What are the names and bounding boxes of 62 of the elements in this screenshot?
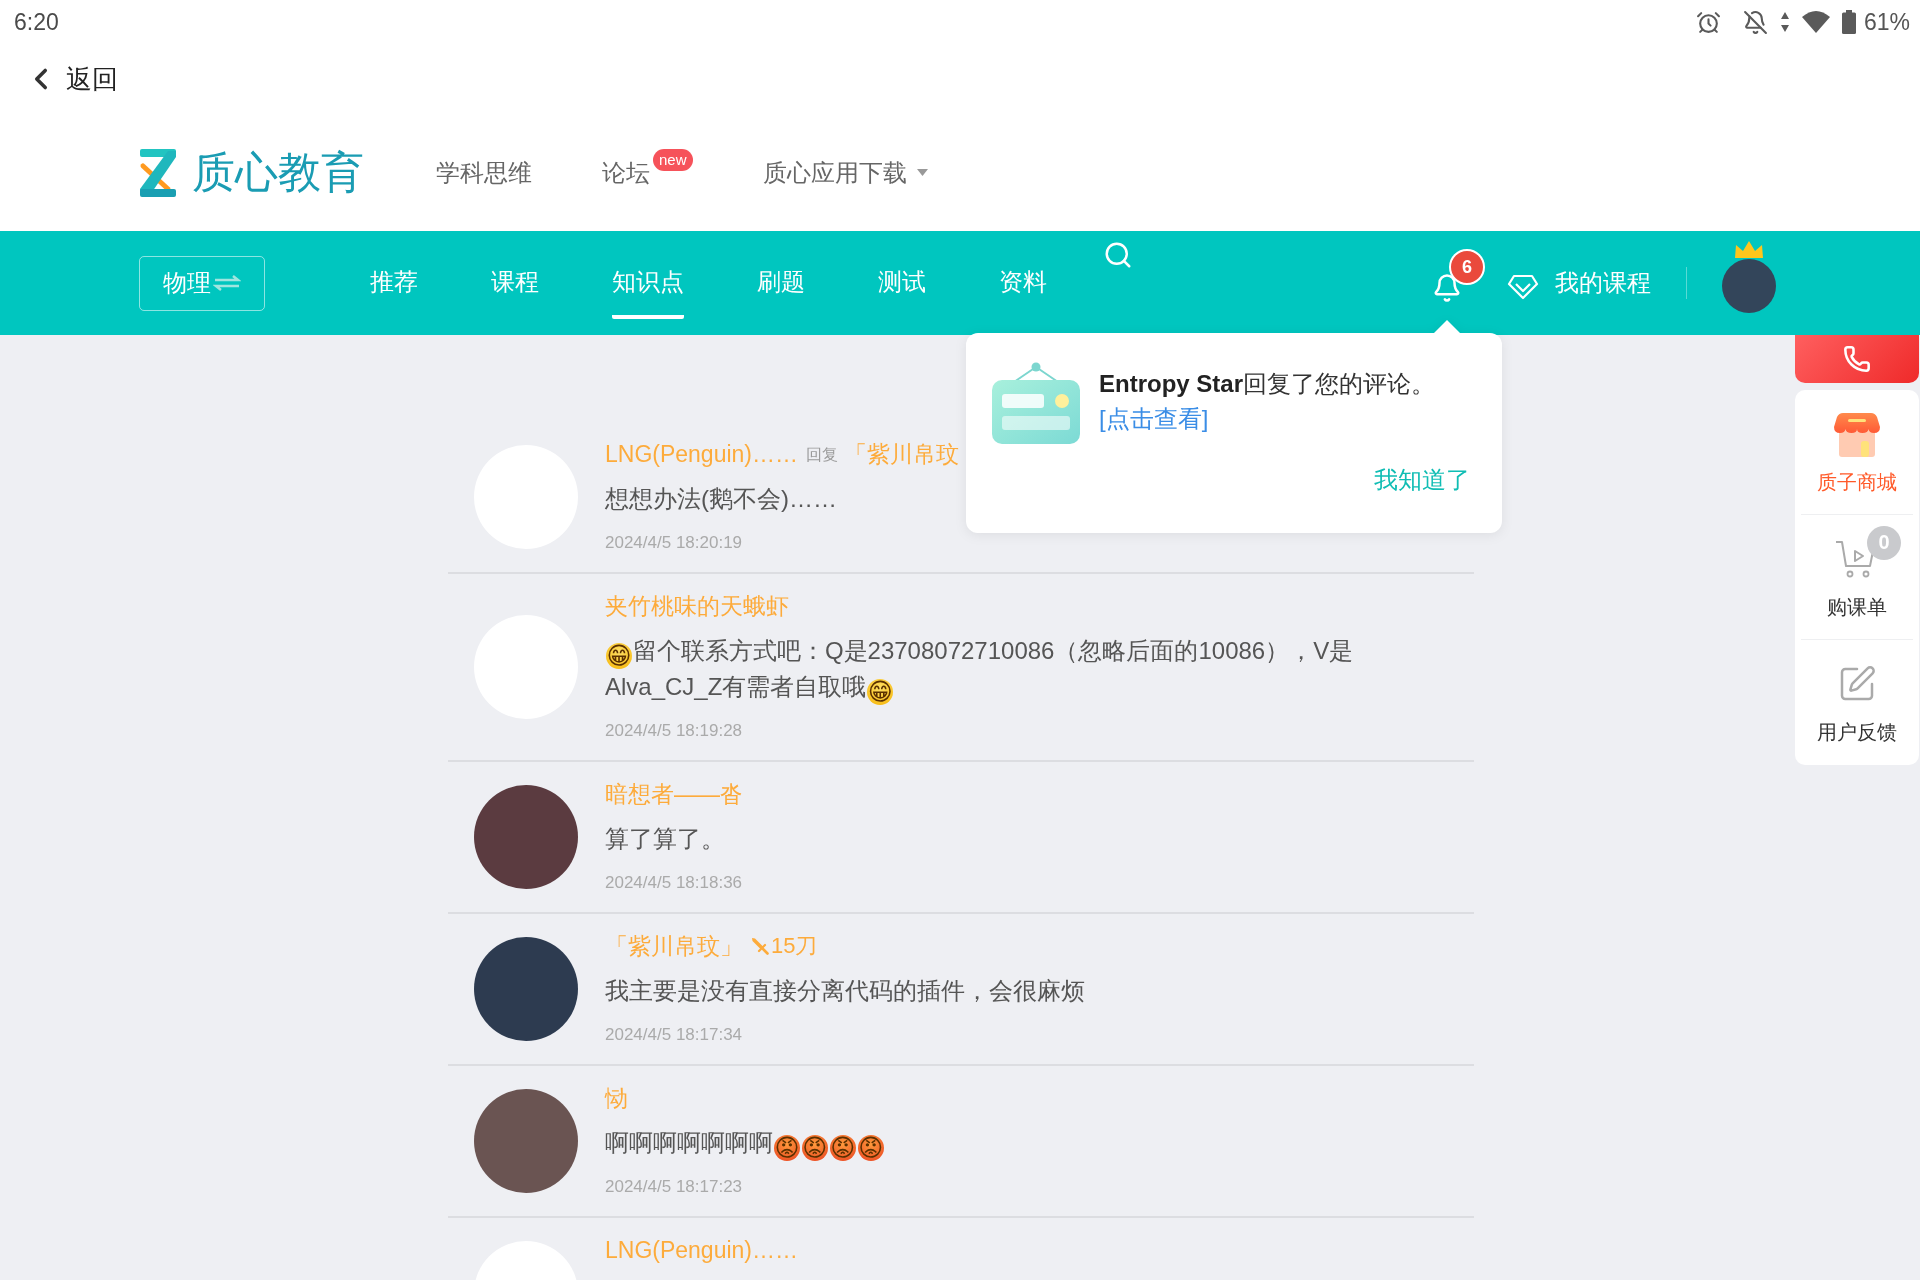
level-text: 15刀 (771, 932, 818, 960)
dismiss-button[interactable]: 我知道了 (1374, 464, 1470, 496)
new-badge: new (653, 148, 693, 171)
phone-button[interactable] (1795, 335, 1919, 383)
search-icon (1103, 240, 1133, 270)
phone-icon (1843, 345, 1871, 373)
notification-count-badge: 6 (1449, 249, 1485, 285)
avatar-placeholder[interactable] (1722, 259, 1776, 313)
comment-author[interactable]: 夹竹桃味的天蛾虾 (605, 590, 789, 622)
comment-text: 啊啊啊啊啊啊啊😡😡😡😡 (605, 1128, 885, 1161)
search-button[interactable] (1103, 240, 1133, 270)
crown-icon (1734, 241, 1764, 258)
swap-arrows-icon (213, 275, 241, 291)
comment-text: 我主要是没有直接分离代码的插件，会很麻烦 (605, 976, 1086, 1006)
bell-off-icon (1742, 9, 1768, 35)
side-item-label: 用户反馈 (1817, 720, 1897, 745)
my-courses-link[interactable]: 我的课程 (1555, 267, 1651, 299)
comment-text: 😁留个联系方式吧：Q是23708072710086（忽略后面的10086），V是Alva_CJ_Z有需者自取哦😁 (605, 636, 1355, 705)
sword-icon (751, 937, 769, 955)
comment-text: 算了算了。 (605, 824, 726, 854)
battery-icon (1841, 10, 1856, 34)
header-link[interactable]: 论坛 (602, 156, 650, 189)
alarm-icon (1695, 9, 1721, 35)
nav-tab[interactable]: 课程 (491, 231, 539, 319)
bell-icon[interactable] (1432, 273, 1462, 303)
comment-time: 2024/4/5 18:17:34 (605, 1024, 744, 1046)
comment-author[interactable]: LNG(Penguin)…… (605, 1236, 799, 1264)
side-panel-item[interactable]: 质子商城 (1801, 390, 1913, 515)
diamond-icon[interactable] (1507, 273, 1539, 301)
comment-author[interactable]: 暗想者——沓 (605, 778, 743, 810)
comment-time: 2024/4/5 18:18:36 (605, 872, 744, 894)
data-arrows-icon (1779, 11, 1790, 33)
battery-percent: 61% (1863, 8, 1910, 36)
comment-author[interactable]: 恸 (605, 1082, 628, 1114)
header-link[interactable]: 学科思维 (436, 156, 532, 189)
back-button[interactable]: 返回 (20, 57, 122, 101)
view-link[interactable]: [点击查看] (1099, 405, 1209, 432)
notification-message: Entropy Star回复了您的评论。 [点击查看] (1099, 369, 1437, 434)
status-time: 6:20 (14, 8, 59, 36)
side-panel-item[interactable]: 用户反馈 (1801, 640, 1913, 765)
nav-tab[interactable]: 推荐 (370, 231, 418, 319)
reply-target-author[interactable]: 「紫川帛玟 (844, 438, 960, 470)
side-item-label: 购课单 (1827, 594, 1887, 620)
logo-text: 质心教育 (192, 146, 364, 198)
comment-time: 2024/4/5 18:17:23 (605, 1176, 744, 1198)
signboard-icon (992, 362, 1080, 444)
comment-time: 2024/4/5 18:20:19 (605, 532, 744, 554)
nav-tab[interactable]: 刷题 (757, 231, 805, 319)
header-link[interactable]: 质心应用下载 (762, 156, 907, 189)
logo-icon (138, 148, 178, 197)
comment-text: 想想办法(鹅不会)…… (605, 484, 838, 514)
storefront-icon (1833, 410, 1881, 457)
wifi-icon (1801, 11, 1830, 33)
side-item-label: 质子商城 (1817, 469, 1897, 495)
comment-author[interactable]: 「紫川帛玟」 (605, 930, 743, 962)
nav-tab[interactable]: 测试 (878, 231, 926, 319)
nav-tab[interactable]: 资料 (999, 231, 1047, 319)
comment-author[interactable]: LNG(Penguin)…… (605, 440, 799, 468)
comment-time: 2024/4/5 18:19:28 (605, 720, 744, 742)
subject-button[interactable]: 物理 (139, 255, 265, 311)
reply-label: 回复 (806, 445, 839, 465)
nav-tab[interactable]: 知识点 (612, 231, 684, 319)
